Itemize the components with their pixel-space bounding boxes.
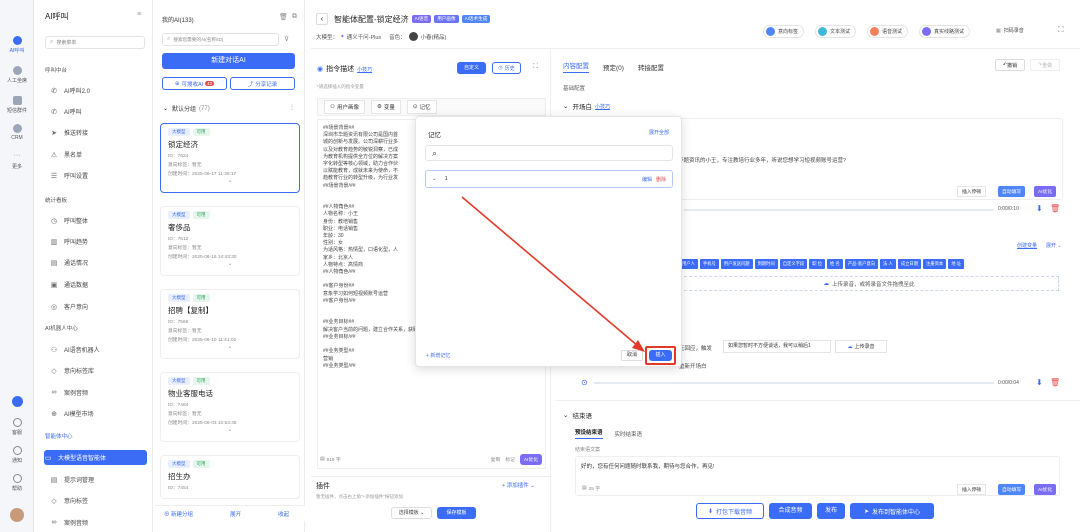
arrow-line [461,196,639,347]
annotation-arrow [461,196,645,352]
